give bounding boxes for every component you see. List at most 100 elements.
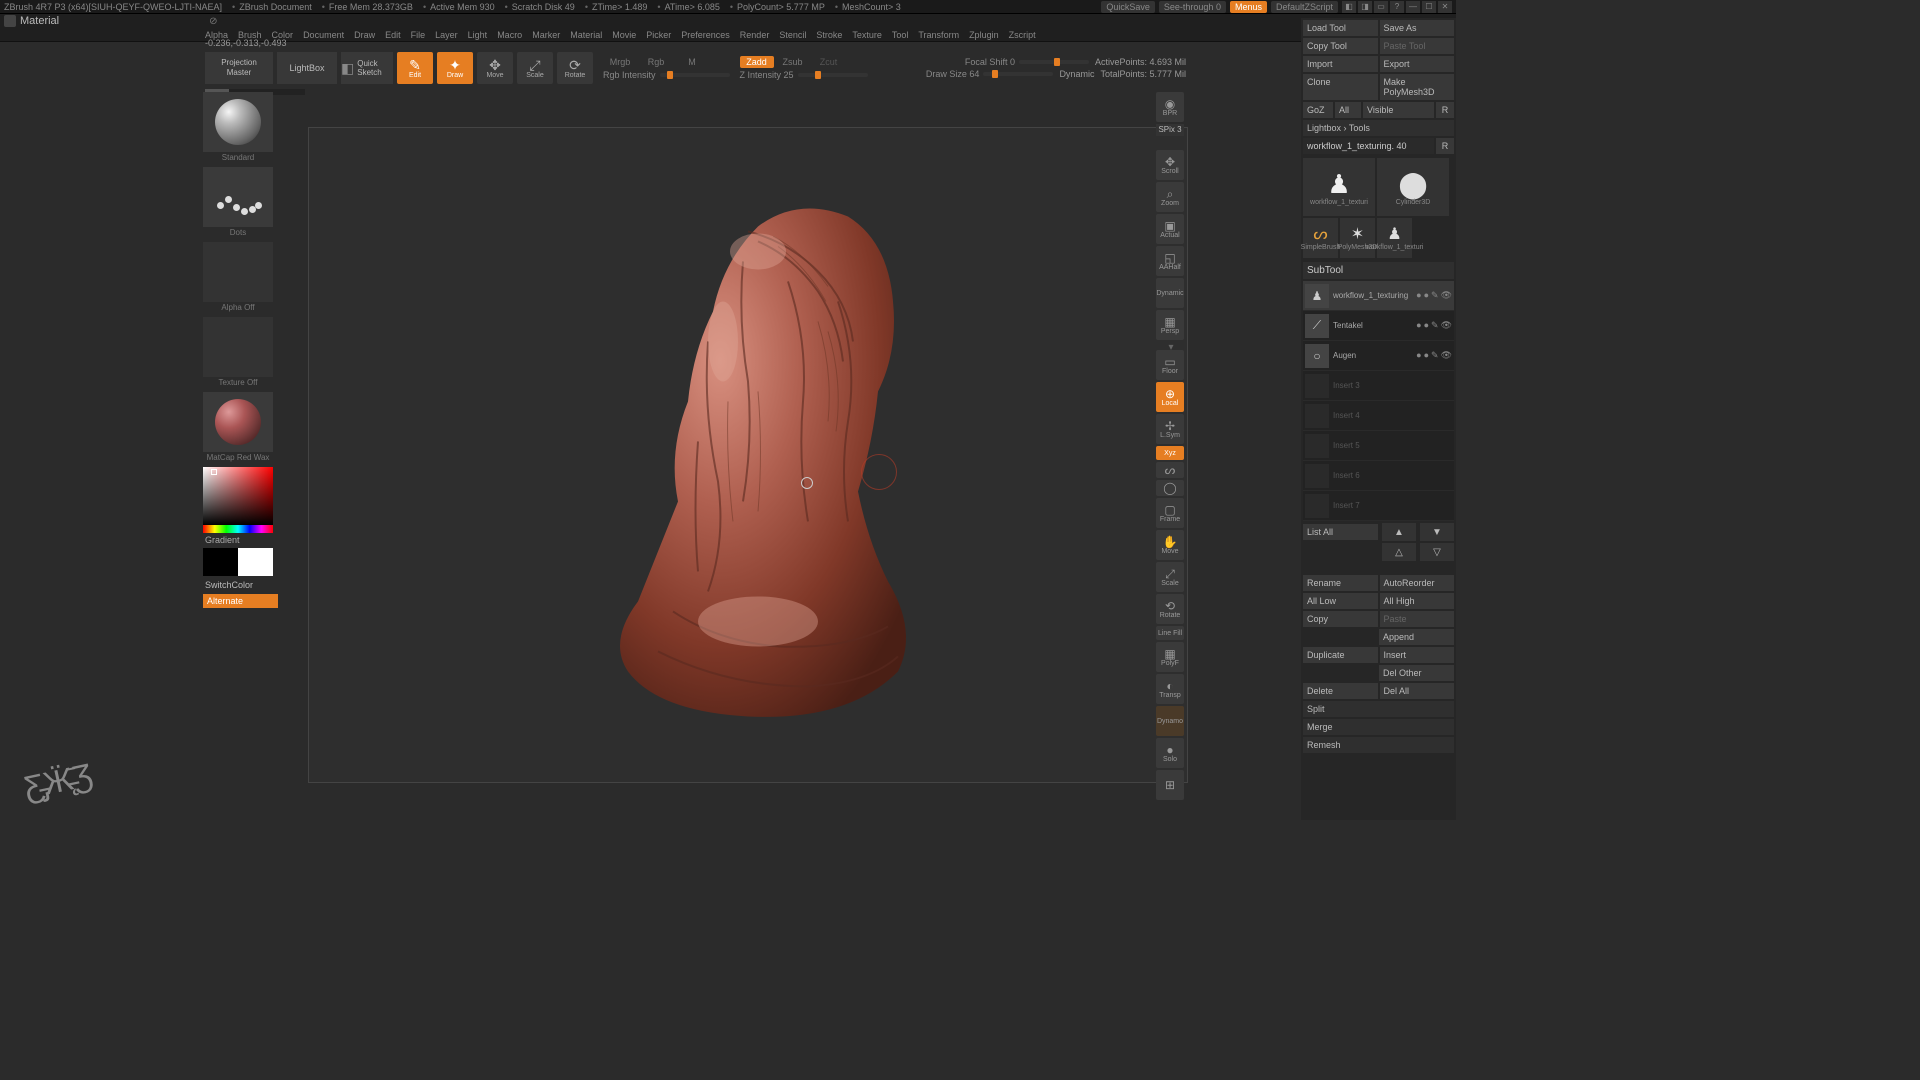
menu-material[interactable]: Material	[570, 30, 602, 40]
remesh-header[interactable]: Remesh	[1303, 737, 1454, 753]
copy-tool-button[interactable]: Copy Tool	[1303, 38, 1378, 54]
menu-movie[interactable]: Movie	[612, 30, 636, 40]
move-down-button[interactable]: ▼	[1420, 523, 1454, 541]
local-button[interactable]: ⊕Local	[1156, 382, 1184, 412]
subtool-header[interactable]: SubTool	[1303, 262, 1454, 279]
menu-render[interactable]: Render	[740, 30, 770, 40]
draw-size-slider[interactable]: Draw Size 64	[926, 69, 1054, 79]
projection-master-button[interactable]: Projection Master	[205, 52, 273, 84]
quick-sketch-button[interactable]: Quick Sketch	[341, 52, 393, 84]
tool-thumb-cylinder[interactable]: ⬤Cylinder3D	[1377, 158, 1449, 216]
vis-icon[interactable]: ●	[1416, 290, 1421, 301]
dock2-icon[interactable]: ◨	[1358, 1, 1372, 13]
move-button[interactable]: ✥Move	[477, 52, 513, 84]
del-all-button[interactable]: Del All	[1380, 683, 1455, 699]
lsym-button[interactable]: ✢L.Sym	[1156, 414, 1184, 444]
subtool-row-1[interactable]: ⟋Tentakel●●✎👁	[1303, 311, 1454, 341]
menu-zscript[interactable]: Zscript	[1009, 30, 1036, 40]
menus-button[interactable]: Menus	[1230, 1, 1267, 13]
m-button[interactable]: M	[675, 56, 709, 68]
load-tool-button[interactable]: Load Tool	[1303, 20, 1378, 36]
default-script[interactable]: DefaultZScript	[1271, 1, 1338, 13]
axis-c-button[interactable]: ◯	[1156, 480, 1184, 496]
subtool-row-4[interactable]: Insert 4	[1303, 401, 1454, 431]
all-high-button[interactable]: All High	[1380, 593, 1455, 609]
stroke-swatch[interactable]: Dots	[203, 167, 273, 227]
maximize-icon[interactable]: ☐	[1422, 1, 1436, 13]
menu-texture[interactable]: Texture	[852, 30, 882, 40]
menu-stroke[interactable]: Stroke	[816, 30, 842, 40]
polyf-button[interactable]: ▦PolyF	[1156, 642, 1184, 672]
color-picker[interactable]	[203, 467, 273, 533]
lightbox-tools-label[interactable]: Lightbox › Tools	[1303, 120, 1454, 136]
menu-document[interactable]: Document	[303, 30, 344, 40]
close-icon[interactable]: ✕	[1438, 1, 1452, 13]
actual-button[interactable]: ▣Actual	[1156, 214, 1184, 244]
persp-button[interactable]: ▦Persp	[1156, 310, 1184, 340]
subtool-row-0[interactable]: ♟workflow_1_texturing●●✎👁	[1303, 281, 1454, 311]
floor-button[interactable]: ▭Floor	[1156, 350, 1184, 380]
subtool-row-5[interactable]: Insert 5	[1303, 431, 1454, 461]
linefill-button[interactable]: Line Fill	[1156, 626, 1184, 640]
make-polymesh-button[interactable]: Make PolyMesh3D	[1380, 74, 1455, 100]
nav-scale-button[interactable]: ⤢Scale	[1156, 562, 1184, 592]
autoreorder-button[interactable]: AutoReorder	[1380, 575, 1455, 591]
paste-tool-button[interactable]: Paste Tool	[1380, 38, 1455, 54]
menu-light[interactable]: Light	[468, 30, 488, 40]
paste-button[interactable]: Paste	[1380, 611, 1455, 627]
menu-zplugin[interactable]: Zplugin	[969, 30, 999, 40]
current-tool-field[interactable]: workflow_1_texturing. 40	[1303, 138, 1434, 154]
material-swatch[interactable]: MatCap Red Wax	[203, 392, 273, 452]
nudge-up-button[interactable]: △	[1382, 543, 1416, 561]
minimize-icon[interactable]: —	[1406, 1, 1420, 13]
frame-button[interactable]: ▢Frame	[1156, 498, 1184, 528]
rotate-button[interactable]: ⟳Rotate	[557, 52, 593, 84]
focal-shift-slider[interactable]: Focal Shift 0	[965, 57, 1089, 67]
solo-button[interactable]: ●Solo	[1156, 738, 1184, 768]
menu-layer[interactable]: Layer	[435, 30, 458, 40]
move-up-button[interactable]: ▲	[1382, 523, 1416, 541]
dynamic-button[interactable]: Dynamic	[1156, 278, 1184, 308]
quicksave-button[interactable]: QuickSave	[1101, 1, 1155, 13]
edit-button[interactable]: ✎Edit	[397, 52, 433, 84]
zadd-button[interactable]: Zadd	[740, 56, 774, 68]
help-icon[interactable]: ?	[1390, 1, 1404, 13]
clone-button[interactable]: Clone	[1303, 74, 1378, 100]
menu-edit[interactable]: Edit	[385, 30, 401, 40]
nav-move-button[interactable]: ✋Move	[1156, 530, 1184, 560]
transp-button[interactable]: ◐Transp	[1156, 674, 1184, 704]
rgb-button[interactable]: Rgb	[639, 56, 673, 68]
zsub-button[interactable]: Zsub	[776, 56, 810, 68]
goz-visible-button[interactable]: Visible	[1363, 102, 1434, 118]
tool-thumb-main[interactable]: ♟workflow_1_texturi	[1303, 158, 1375, 216]
lightbox-button[interactable]: LightBox	[277, 52, 337, 84]
goz-r-button[interactable]: R	[1436, 102, 1454, 118]
scroll-button[interactable]: ✥Scroll	[1156, 150, 1184, 180]
menu-file[interactable]: File	[411, 30, 426, 40]
goz-all-button[interactable]: All	[1335, 102, 1361, 118]
tool-r-button[interactable]: R	[1436, 138, 1454, 154]
zoom-button[interactable]: ⌕Zoom	[1156, 182, 1184, 212]
subtool-row-3[interactable]: Insert 3	[1303, 371, 1454, 401]
goz-button[interactable]: GoZ	[1303, 102, 1333, 118]
tool-thumb-workflow[interactable]: ♟workflow_1_texturi	[1377, 218, 1412, 258]
color-swatches[interactable]	[203, 548, 278, 576]
split-header[interactable]: Split	[1303, 701, 1454, 717]
rgb-intensity-slider[interactable]: Rgb Intensity	[603, 70, 730, 80]
copy-button[interactable]: Copy	[1303, 611, 1378, 627]
vis-icon[interactable]: ●	[1424, 290, 1429, 301]
dock3-icon[interactable]: ▭	[1374, 1, 1388, 13]
list-all-button[interactable]: List All	[1303, 524, 1378, 540]
menu-draw[interactable]: Draw	[354, 30, 375, 40]
menu-marker[interactable]: Marker	[532, 30, 560, 40]
subtool-row-2[interactable]: ○Augen●●✎👁	[1303, 341, 1454, 371]
alpha-swatch[interactable]: Alpha Off	[203, 242, 273, 302]
dynamo-button[interactable]: Dynamo	[1156, 706, 1184, 736]
subtool-row-6[interactable]: Insert 6	[1303, 461, 1454, 491]
material-close-icon[interactable]: ⊘	[209, 16, 217, 27]
seethrough-button[interactable]: See-through 0	[1159, 1, 1226, 13]
menu-transform[interactable]: Transform	[918, 30, 959, 40]
z-intensity-slider[interactable]: Z Intensity 25	[740, 70, 868, 80]
switch-color-button[interactable]: SwitchColor	[203, 578, 278, 592]
extra-button[interactable]: ⊞	[1156, 770, 1184, 800]
